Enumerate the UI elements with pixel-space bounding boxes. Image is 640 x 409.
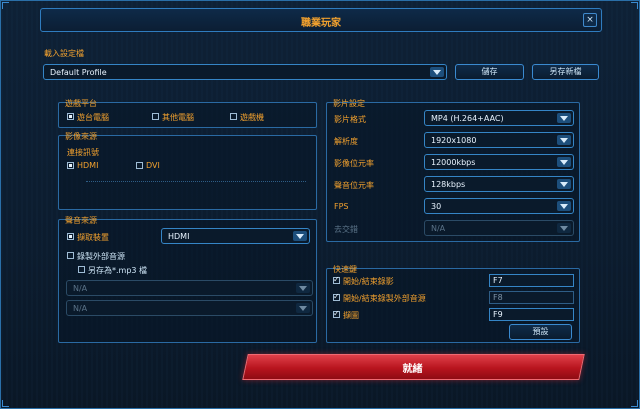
profile-label: 載入設定檔 (44, 49, 84, 58)
hdmi-label: HDMI (77, 161, 99, 170)
title-bar: 職業玩家 × (40, 8, 602, 32)
capture-device-select[interactable]: HDMI (161, 228, 310, 244)
video-bitrate-value: 12000kbps (431, 158, 476, 167)
capture-device-checkbox[interactable] (67, 233, 74, 240)
capture-device-label: 擷取裝置 (77, 233, 109, 242)
close-icon[interactable]: × (583, 13, 597, 27)
hotkey-external-label: 開始/結束錄製外部音源 (343, 294, 426, 303)
corner-accent (2, 400, 9, 407)
profile-select[interactable]: Default Profile (43, 64, 447, 80)
resolution-value: 1920x1080 (431, 136, 477, 145)
chevron-down-icon[interactable] (557, 135, 571, 145)
platform-other-pc-checkbox[interactable] (152, 113, 159, 120)
chevron-down-icon[interactable] (296, 283, 310, 293)
video-settings-title: 影片設定 (333, 99, 365, 108)
fps-value: 30 (431, 202, 442, 211)
video-bitrate-label: 影像位元率 (334, 159, 374, 168)
save-mp3-label: 另存為*.mp3 檔 (88, 266, 148, 275)
dvi-radio[interactable] (136, 162, 143, 169)
audio-source-title: 聲音來源 (65, 216, 97, 225)
platform-title: 遊戲平台 (65, 99, 97, 108)
hotkey-record-checkbox[interactable] (333, 275, 340, 284)
hotkey-screenshot-field[interactable]: F9 (489, 308, 574, 321)
save-mp3-checkbox[interactable] (78, 266, 85, 273)
fps-label: FPS (334, 202, 349, 211)
corner-accent (631, 2, 638, 9)
video-format-select[interactable]: MP4 (H.264+AAC) (424, 110, 574, 126)
corner-accent (2, 2, 9, 9)
hdmi-radio[interactable] (67, 162, 74, 169)
deinterlace-label: 去交錯 (334, 225, 358, 234)
external-device-value: N/A (73, 284, 88, 293)
deinterlace-select[interactable]: N/A (424, 220, 574, 236)
hotkey-screenshot-label: 擷圖 (343, 311, 359, 320)
chevron-down-icon[interactable] (557, 223, 571, 233)
capture-device-value: HDMI (168, 232, 190, 241)
divider (86, 181, 306, 182)
chevron-down-icon[interactable] (557, 201, 571, 211)
ready-label: 就緒 (402, 364, 423, 375)
audio-bitrate-label: 聲音位元率 (334, 181, 374, 190)
hotkey-external-checkbox[interactable] (333, 292, 340, 301)
default-button[interactable]: 預設 (509, 324, 572, 340)
platform-console-checkbox[interactable] (230, 113, 237, 120)
hotkey-screenshot-checkbox[interactable] (333, 309, 340, 318)
audio-bitrate-value: 128kbps (431, 180, 466, 189)
platform-console-label: 遊戲機 (240, 113, 264, 122)
external-device-select[interactable]: N/A (66, 280, 313, 296)
hotkey-record-field[interactable]: F7 (489, 274, 574, 287)
fps-select[interactable]: 30 (424, 198, 574, 214)
external-device-select-2[interactable]: N/A (66, 300, 313, 316)
save-button[interactable]: 儲存 (455, 64, 524, 80)
profile-value: Default Profile (50, 68, 107, 77)
video-bitrate-select[interactable]: 12000kbps (424, 154, 574, 170)
resolution-select[interactable]: 1920x1080 (424, 132, 574, 148)
video-format-label: 影片格式 (334, 115, 366, 124)
platform-other-pc-label: 其他電腦 (162, 113, 194, 122)
platform-pc-label: 遊台電腦 (77, 113, 109, 122)
save-as-button[interactable]: 另存新檔 (532, 64, 599, 80)
chevron-down-icon[interactable] (293, 231, 307, 241)
video-source-title: 影像來源 (65, 132, 97, 141)
platform-pc-checkbox[interactable] (67, 113, 74, 120)
external-audio-label: 錄製外部音源 (77, 252, 125, 261)
chevron-down-icon[interactable] (557, 113, 571, 123)
video-format-value: MP4 (H.264+AAC) (431, 114, 504, 123)
hotkey-external-field[interactable]: F8 (489, 291, 574, 304)
resolution-label: 解析度 (334, 137, 358, 146)
chevron-down-icon[interactable] (296, 303, 310, 313)
external-audio-checkbox[interactable] (67, 252, 74, 259)
corner-accent (631, 400, 638, 407)
connection-label: 連接訊號 (67, 148, 99, 157)
external-device-value-2: N/A (73, 304, 88, 313)
hotkeys-title: 快速鍵 (333, 265, 357, 274)
chevron-down-icon[interactable] (557, 179, 571, 189)
hotkey-record-label: 開始/結束錄影 (343, 277, 394, 286)
audio-bitrate-select[interactable]: 128kbps (424, 176, 574, 192)
window-title: 職業玩家 (301, 18, 341, 29)
dvi-label: DVI (146, 161, 160, 170)
chevron-down-icon[interactable] (557, 157, 571, 167)
chevron-down-icon[interactable] (430, 67, 444, 77)
deinterlace-value: N/A (431, 224, 446, 233)
